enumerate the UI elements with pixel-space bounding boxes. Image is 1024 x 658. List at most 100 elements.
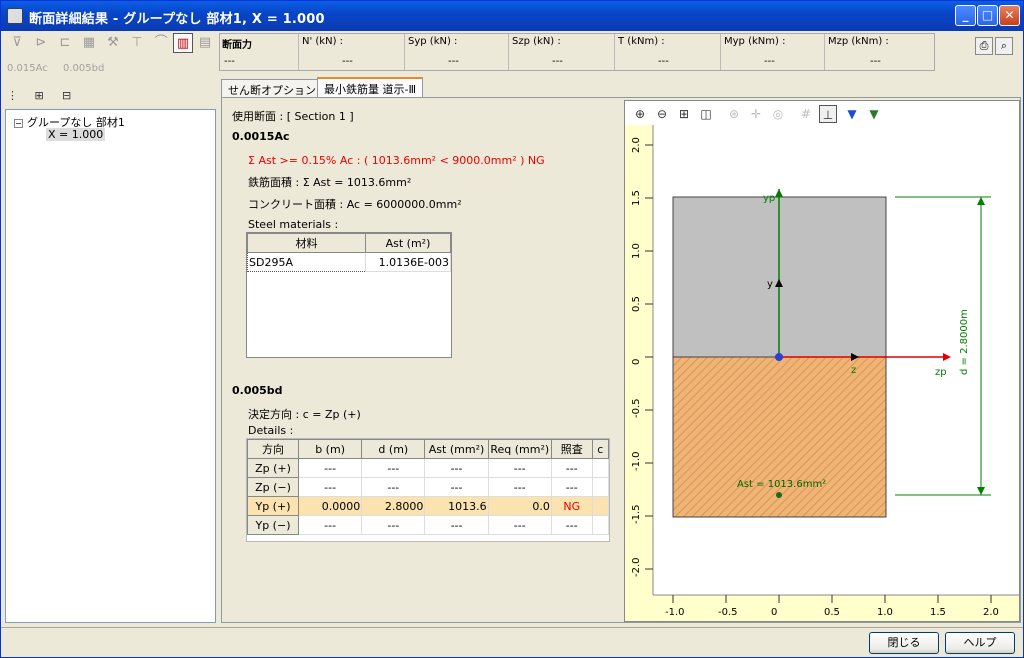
detail-header-ast: Ast (mm²) xyxy=(424,439,489,459)
yp-label: yp xyxy=(763,193,775,204)
table-row[interactable]: SD295A 1.0136E-003 xyxy=(247,252,451,272)
y-label: y xyxy=(767,279,773,290)
table-row[interactable]: Zp (+) --- --- --- --- --- xyxy=(247,458,610,478)
title-bar[interactable]: 断面詳細結果 - グループなし 部材1, X = 1.000 _ □ ✕ xyxy=(1,1,1023,31)
x-tick-label: 0 xyxy=(771,607,777,618)
close-button[interactable]: 閉じる xyxy=(869,632,939,654)
filter-icon[interactable]: ⊽ xyxy=(7,33,27,53)
tab-min-rebar[interactable]: 最小鉄筋量 道示-Ⅲ xyxy=(317,77,424,97)
section-forces-grid: 断面力 --- N' (kN) : --- Syp (kN) : --- Szp… xyxy=(219,33,935,71)
section-view-icon[interactable]: ▼ xyxy=(865,105,883,123)
plot-canvas[interactable]: 2.0 1.5 1.0 0.5 0 -0.5 -1.0 -1.5 -2.0 -1.0 -0.5 0 0… xyxy=(625,125,1019,621)
fit-icon[interactable]: ⊞ xyxy=(675,105,693,123)
zoom-window-icon[interactable]: ◫ xyxy=(697,105,715,123)
vertical-view-icon[interactable]: ▼ xyxy=(843,105,861,123)
help-button[interactable]: ヘルプ xyxy=(945,632,1015,654)
section-icon[interactable]: ▦ xyxy=(79,33,99,53)
mode-tab-1[interactable]: 0.015Ac xyxy=(7,63,48,74)
zoom-in-icon[interactable]: ⊕ xyxy=(631,105,649,123)
forces-first-value: --- xyxy=(224,56,235,67)
x-tick-label: 0.5 xyxy=(824,607,840,618)
table-row[interactable]: Zp (−) --- --- --- --- --- xyxy=(247,477,610,497)
y-tick-label: 0 xyxy=(631,359,642,365)
detail-cell: --- xyxy=(424,458,489,478)
force-val-myp: --- xyxy=(764,56,775,67)
orbit-icon[interactable]: ◎ xyxy=(769,105,787,123)
x-tick-label: -1.0 xyxy=(665,607,685,618)
heading-0015ac: 0.0015Ac xyxy=(232,130,290,143)
yp-arrow-head xyxy=(775,189,783,197)
detail-cell: Zp (+) xyxy=(247,458,299,478)
table-row[interactable]: Yp (+) 0.0000 2.8000 1013.6 0.0 NG xyxy=(247,496,610,516)
arch-icon[interactable]: ⌒ xyxy=(151,33,171,53)
detail-header-check: 照査 xyxy=(550,439,593,459)
axis-icon[interactable]: ⊥ xyxy=(819,105,837,123)
print-icon[interactable]: ⎙ xyxy=(975,37,993,55)
detail-cell: --- xyxy=(424,477,489,497)
detail-cell: --- xyxy=(424,515,489,535)
zp-label: zp xyxy=(935,367,947,378)
detail-header-c: c xyxy=(591,439,610,459)
detail-cell-ng: NG xyxy=(550,496,593,516)
detail-cell xyxy=(591,515,610,535)
tree-list-icon[interactable]: ⋮ xyxy=(7,89,23,105)
section-plot[interactable]: ⊕ ⊖ ⊞ ◫ ⊛ ✛ ◎ # ⊥ ▼ ▼ 2.0 1.5 1.0 0.5 0 … xyxy=(624,100,1020,622)
table-icon[interactable]: ▤ xyxy=(195,33,215,53)
flag-icon[interactable]: ⊳ xyxy=(31,33,51,53)
y-tick-label: -1.5 xyxy=(631,504,642,524)
minimize-button[interactable]: _ xyxy=(955,5,976,26)
zoom-out-icon[interactable]: ⊖ xyxy=(653,105,671,123)
dim-arrow-bottom xyxy=(977,487,985,495)
close-window-button[interactable]: ✕ xyxy=(999,5,1020,26)
y-tick-label: 0.5 xyxy=(631,296,642,312)
steel-materials-table: 材料 Ast (m²) SD295A 1.0136E-003 xyxy=(246,232,452,358)
force-head-myp: Myp (kNm) : xyxy=(724,36,786,47)
x-tick-label: 1.0 xyxy=(877,607,893,618)
bottom-bar: 閉じる ヘルプ xyxy=(1,627,1023,657)
force-head-mzp: Mzp (kNm) : xyxy=(828,36,889,47)
direction-label: 決定方向 : c = Zp (+) xyxy=(248,408,361,421)
rotate-icon[interactable]: ⊛ xyxy=(725,105,743,123)
detail-cell: --- xyxy=(297,458,363,478)
x-tick-label: 2.0 xyxy=(983,607,999,618)
detail-cell xyxy=(591,458,610,478)
z-label: z xyxy=(851,365,856,376)
tree-tools: ⋮ ⊞ ⊟ xyxy=(7,89,86,105)
detail-cell: 0.0000 xyxy=(297,496,363,516)
flag-outline-icon[interactable]: ⊏ xyxy=(55,33,75,53)
pan-icon[interactable]: ✛ xyxy=(747,105,765,123)
tree-collapse-icon[interactable]: ⊟ xyxy=(62,89,78,105)
y-tick-label: -1.0 xyxy=(631,451,642,471)
detail-cell: 1013.6 xyxy=(424,496,489,516)
x-tick-label: -0.5 xyxy=(718,607,738,618)
tree-node-child[interactable]: X = 1.000 xyxy=(46,128,106,141)
table-row[interactable]: Yp (−) --- --- --- --- --- xyxy=(247,515,610,535)
details-table: 方向 b (m) d (m) Ast (mm²) Req (mm²) 照査 c … xyxy=(246,438,610,542)
maximize-button[interactable]: □ xyxy=(977,5,998,26)
tab-shear-option[interactable]: せん断オプション xyxy=(221,79,323,97)
force-val-t: --- xyxy=(658,56,669,67)
force-val-mzp: --- xyxy=(870,56,881,67)
detail-cell xyxy=(591,496,610,516)
force-val-syp: --- xyxy=(448,56,459,67)
steel-header-material: 材料 xyxy=(247,233,366,253)
tree-expand-icon[interactable]: ⊞ xyxy=(35,89,51,105)
detail-header-d: d (m) xyxy=(361,439,426,459)
mode-tab-2[interactable]: 0.005bd xyxy=(63,63,104,74)
detail-cell: --- xyxy=(361,458,426,478)
rebar-grid-icon[interactable]: ▥ xyxy=(173,33,193,53)
steel-cell-material[interactable]: SD295A xyxy=(247,252,366,272)
y-tick-label: -0.5 xyxy=(631,398,642,418)
tree-child-label: X = 1.000 xyxy=(46,128,106,141)
force-head-szp: Szp (kN) : xyxy=(512,36,561,47)
shear-icon[interactable]: ⊤ xyxy=(127,33,147,53)
detail-cell: --- xyxy=(550,515,593,535)
grid-icon[interactable]: # xyxy=(797,105,815,123)
tree-collapse-toggle[interactable]: − xyxy=(14,119,23,128)
concrete-area: コンクリート面積 : Ac = 6000000.0mm² xyxy=(248,198,462,211)
preview-icon[interactable]: ⌕ xyxy=(995,37,1013,55)
rebar-point xyxy=(776,492,782,498)
y-tick-label: -2.0 xyxy=(631,557,642,577)
load-icon[interactable]: ⚒ xyxy=(103,33,123,53)
heading-0005bd: 0.005bd xyxy=(232,384,283,397)
